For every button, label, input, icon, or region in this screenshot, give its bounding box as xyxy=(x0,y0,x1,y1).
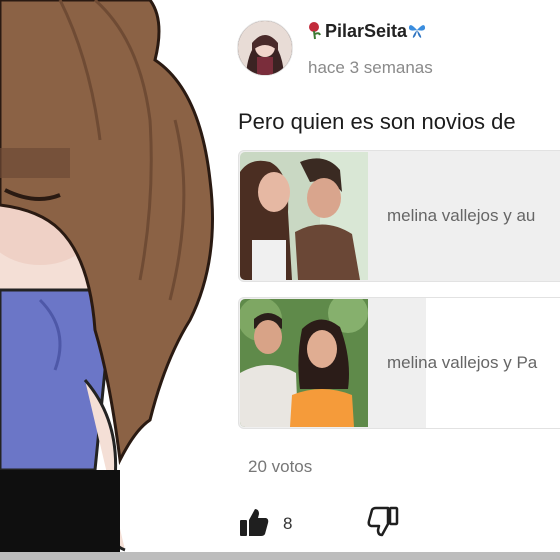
poll-option-1[interactable]: melina vallejos y au xyxy=(238,150,560,282)
poll-option-1-image xyxy=(240,152,368,280)
like-count: 8 xyxy=(283,514,293,533)
rose-icon xyxy=(305,20,325,40)
poll-option-2[interactable]: melina vallejos y Pa xyxy=(238,297,560,429)
bottom-bar xyxy=(0,552,560,560)
thumbs-up-icon[interactable] xyxy=(237,505,271,539)
butterfly-icon xyxy=(407,20,427,40)
poll-option-2-label: melina vallejos y Pa xyxy=(387,353,538,372)
post-timestamp: hace 3 semanas xyxy=(308,58,433,77)
post-text: Pero quien es son novios de xyxy=(238,109,516,134)
author-name-text: PilarSeita xyxy=(325,21,408,41)
poll-option-1-label: melina vallejos y au xyxy=(387,206,536,225)
vote-count: 20 votos xyxy=(248,457,313,476)
poll-post: PilarSeita hace 3 semanas Pero quien es … xyxy=(225,0,560,560)
character-illustration xyxy=(0,0,225,560)
poll-option-2-image xyxy=(240,299,368,427)
author-name[interactable]: PilarSeita xyxy=(305,20,427,42)
author-avatar[interactable] xyxy=(237,20,293,76)
thumbs-down-icon[interactable] xyxy=(366,505,400,539)
